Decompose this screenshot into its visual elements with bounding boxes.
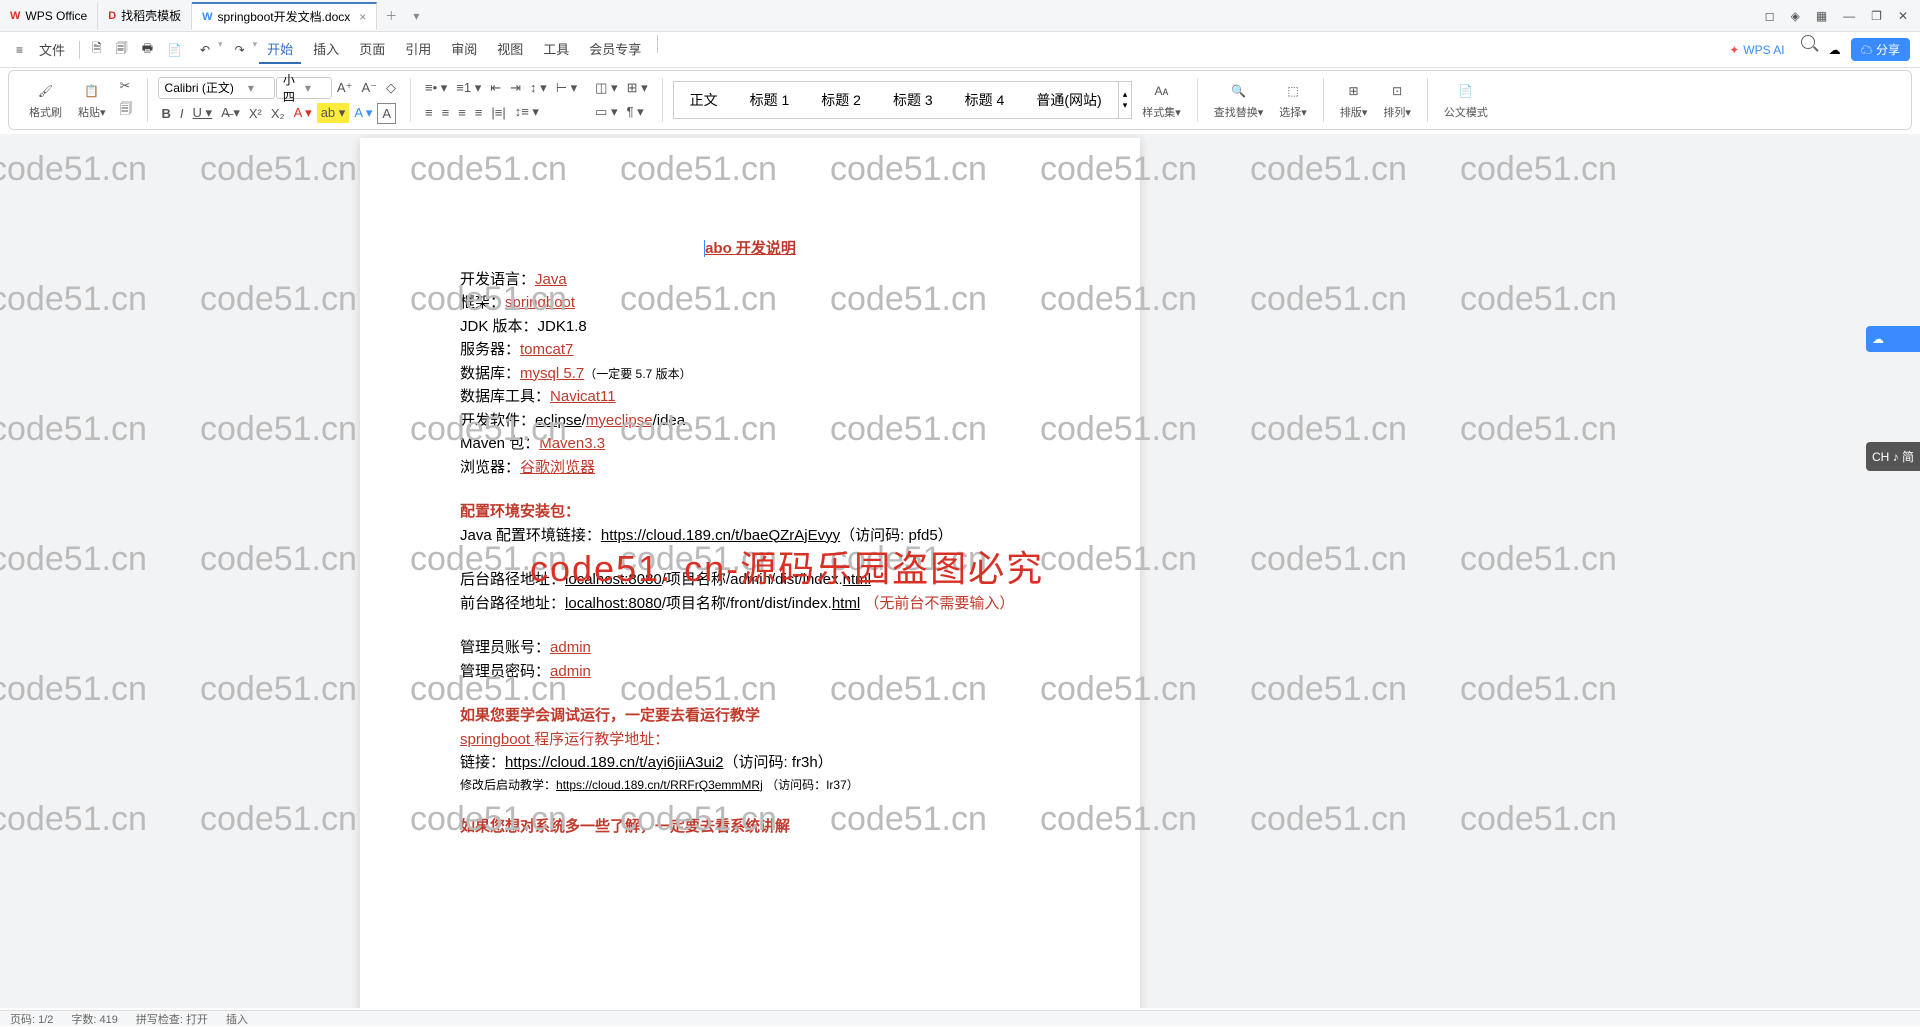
bullets-icon[interactable]: ≡• ▾ bbox=[421, 78, 451, 98]
para-fill-icon[interactable]: ▭ ▾ bbox=[591, 102, 621, 122]
window-controls: ◻ ◈ ▦ — ❐ ✕ bbox=[1765, 9, 1920, 23]
align-right-icon[interactable]: ≡ bbox=[454, 103, 470, 122]
cut-icon[interactable]: ✂ bbox=[116, 76, 137, 96]
indent-dec-icon[interactable]: ⇤ bbox=[486, 78, 505, 98]
align-justify-icon[interactable]: ≡ bbox=[471, 103, 487, 122]
underline-icon[interactable]: U ▾ bbox=[189, 103, 217, 123]
ribbon: 🖌格式刷 📋粘贴▾ ✂ 🗐 Calibri (正文) ▾ 小四 ▾ A⁺ A⁻ … bbox=[8, 70, 1912, 130]
close-icon[interactable]: ✕ bbox=[1898, 9, 1908, 23]
tab-member[interactable]: 会员专享 bbox=[581, 35, 649, 64]
copy-icon[interactable]: 🗐 bbox=[116, 98, 137, 124]
tab-document[interactable]: Wspringboot开发文档.docx× bbox=[192, 2, 377, 30]
distributed-icon[interactable]: |≡| bbox=[487, 103, 509, 122]
shading-icon[interactable]: ◫ ▾ bbox=[591, 78, 621, 98]
char-border-icon[interactable]: A bbox=[377, 103, 396, 124]
doc-title: abo 开发说明 bbox=[460, 238, 1040, 261]
qa-save-icon[interactable]: 🗐 bbox=[110, 35, 134, 64]
qa-print-icon[interactable]: 🖶 bbox=[136, 35, 159, 64]
line-spacing-icon[interactable]: ↕≡ ▾ bbox=[511, 102, 543, 122]
style-web[interactable]: 普通(网站) bbox=[1020, 81, 1118, 119]
paste-button[interactable]: 📋粘贴▾ bbox=[72, 80, 112, 120]
minimize-icon[interactable]: — bbox=[1843, 9, 1855, 23]
italic-icon[interactable]: I bbox=[176, 104, 188, 123]
tab-reference[interactable]: 引用 bbox=[397, 35, 439, 64]
tab-start[interactable]: 开始 bbox=[259, 35, 301, 64]
style-normal[interactable]: 正文 bbox=[673, 81, 734, 119]
spacing-icon[interactable]: ↕ ▾ bbox=[526, 78, 551, 98]
subscript-icon[interactable]: X₂ bbox=[267, 104, 289, 123]
search-icon[interactable] bbox=[1801, 35, 1815, 49]
tab-page[interactable]: 页面 bbox=[351, 35, 393, 64]
new-tab-button[interactable]: ＋ bbox=[377, 7, 405, 24]
typeset-button[interactable]: ⊞排版▾ bbox=[1334, 80, 1374, 120]
align-left-icon[interactable]: ≡ bbox=[421, 103, 437, 122]
style-h3[interactable]: 标题 3 bbox=[877, 81, 949, 119]
menubar: ≡ 文件 🗎 🗐 🖶 📄 ↶▾ ↷▾ 开始 插入 页面 引用 审阅 视图 工具 … bbox=[0, 32, 1920, 68]
tab-tools[interactable]: 工具 bbox=[535, 35, 577, 64]
status-insert: 插入 bbox=[226, 1011, 248, 1027]
clear-format-icon[interactable]: ◇ bbox=[382, 78, 400, 98]
maximize-icon[interactable]: ❐ bbox=[1871, 9, 1882, 23]
hamburger-icon[interactable]: ≡ bbox=[10, 39, 29, 61]
style-h2[interactable]: 标题 2 bbox=[805, 81, 877, 119]
tab-insert[interactable]: 插入 bbox=[305, 35, 347, 64]
tab-dropdown[interactable]: ▾ bbox=[405, 9, 427, 23]
style-scroll-up[interactable]: ▴ bbox=[1123, 89, 1128, 100]
tabstop-icon[interactable]: ⊢ ▾ bbox=[552, 78, 581, 98]
cloud-icon[interactable]: ☁ bbox=[1829, 43, 1841, 57]
style-h4[interactable]: 标题 4 bbox=[949, 81, 1021, 119]
win-icon-1[interactable]: ◻ bbox=[1765, 9, 1775, 23]
align-center-icon[interactable]: ≡ bbox=[438, 103, 454, 122]
numbering-icon[interactable]: ≡1 ▾ bbox=[452, 78, 485, 98]
border-icon[interactable]: ⊞ ▾ bbox=[623, 78, 652, 98]
tab-review[interactable]: 审阅 bbox=[443, 35, 485, 64]
decrease-font-icon[interactable]: A⁻ bbox=[357, 78, 381, 98]
superscript-icon[interactable]: X² bbox=[245, 104, 266, 123]
tab-view[interactable]: 视图 bbox=[489, 35, 531, 64]
wps-ai-brand[interactable]: ✦WPS AI bbox=[1729, 35, 1784, 64]
arrange-button[interactable]: ⊡排列▾ bbox=[1377, 80, 1417, 120]
win-icon-3[interactable]: ▦ bbox=[1816, 9, 1827, 23]
style-scroll-down[interactable]: ▾ bbox=[1123, 100, 1128, 111]
indent-inc-icon[interactable]: ⇥ bbox=[506, 78, 525, 98]
official-doc-button[interactable]: 📄公文模式 bbox=[1438, 80, 1494, 120]
font-color-icon[interactable]: A ▾ bbox=[290, 103, 316, 123]
status-words: 字数: 419 bbox=[71, 1011, 117, 1027]
undo-icon[interactable]: ↶ bbox=[194, 39, 216, 61]
qa-preview-icon[interactable]: 📄 bbox=[161, 39, 188, 61]
titlebar: WWPS Office D找稻壳模板 Wspringboot开发文档.docx×… bbox=[0, 0, 1920, 32]
format-painter[interactable]: 🖌格式刷 bbox=[23, 80, 68, 120]
style-h1[interactable]: 标题 1 bbox=[734, 81, 806, 119]
font-size-select[interactable]: 小四 ▾ bbox=[276, 77, 332, 99]
status-spell: 拼写检查: 打开 bbox=[136, 1011, 208, 1027]
status-page: 页码: 1/2 bbox=[10, 1011, 53, 1027]
bold-icon[interactable]: B bbox=[158, 104, 175, 123]
document-area: code51.cncode51.cncode51.cncode51.cncode… bbox=[0, 134, 1920, 1008]
font-name-select[interactable]: Calibri (正文) ▾ bbox=[158, 77, 275, 99]
font-effect-icon[interactable]: A ▾ bbox=[350, 103, 376, 123]
increase-font-icon[interactable]: A⁺ bbox=[333, 78, 357, 98]
share-button[interactable]: ☁ 分享 bbox=[1851, 38, 1910, 61]
file-menu[interactable]: 文件 bbox=[31, 36, 73, 63]
qa-new-icon[interactable]: 🗎 bbox=[86, 35, 108, 64]
statusbar: 页码: 1/2 字数: 419 拼写检查: 打开 插入 bbox=[0, 1010, 1920, 1026]
win-icon-2[interactable]: ◈ bbox=[1791, 9, 1800, 23]
tab-wps-office[interactable]: WWPS Office bbox=[0, 2, 98, 30]
close-tab-icon[interactable]: × bbox=[359, 10, 366, 24]
select-button[interactable]: ⬚选择▾ bbox=[1273, 80, 1313, 120]
style-set[interactable]: Aᴀ样式集▾ bbox=[1136, 80, 1187, 120]
para-mark-icon[interactable]: ¶ ▾ bbox=[623, 102, 648, 122]
cloud-floater[interactable]: ☁ bbox=[1866, 326, 1920, 352]
redo-icon[interactable]: ↷ bbox=[229, 39, 251, 61]
find-replace[interactable]: 🔍查找替换▾ bbox=[1208, 80, 1270, 120]
watermark-big: code51. cn-源码乐园盗图必究 bbox=[530, 540, 1044, 592]
ime-floater[interactable]: CH ♪ 简 bbox=[1866, 442, 1920, 471]
tab-templates[interactable]: D找稻壳模板 bbox=[98, 2, 192, 30]
strikethrough-icon[interactable]: A̶ ▾ bbox=[217, 103, 244, 123]
highlight-icon[interactable]: ab ▾ bbox=[317, 103, 350, 123]
